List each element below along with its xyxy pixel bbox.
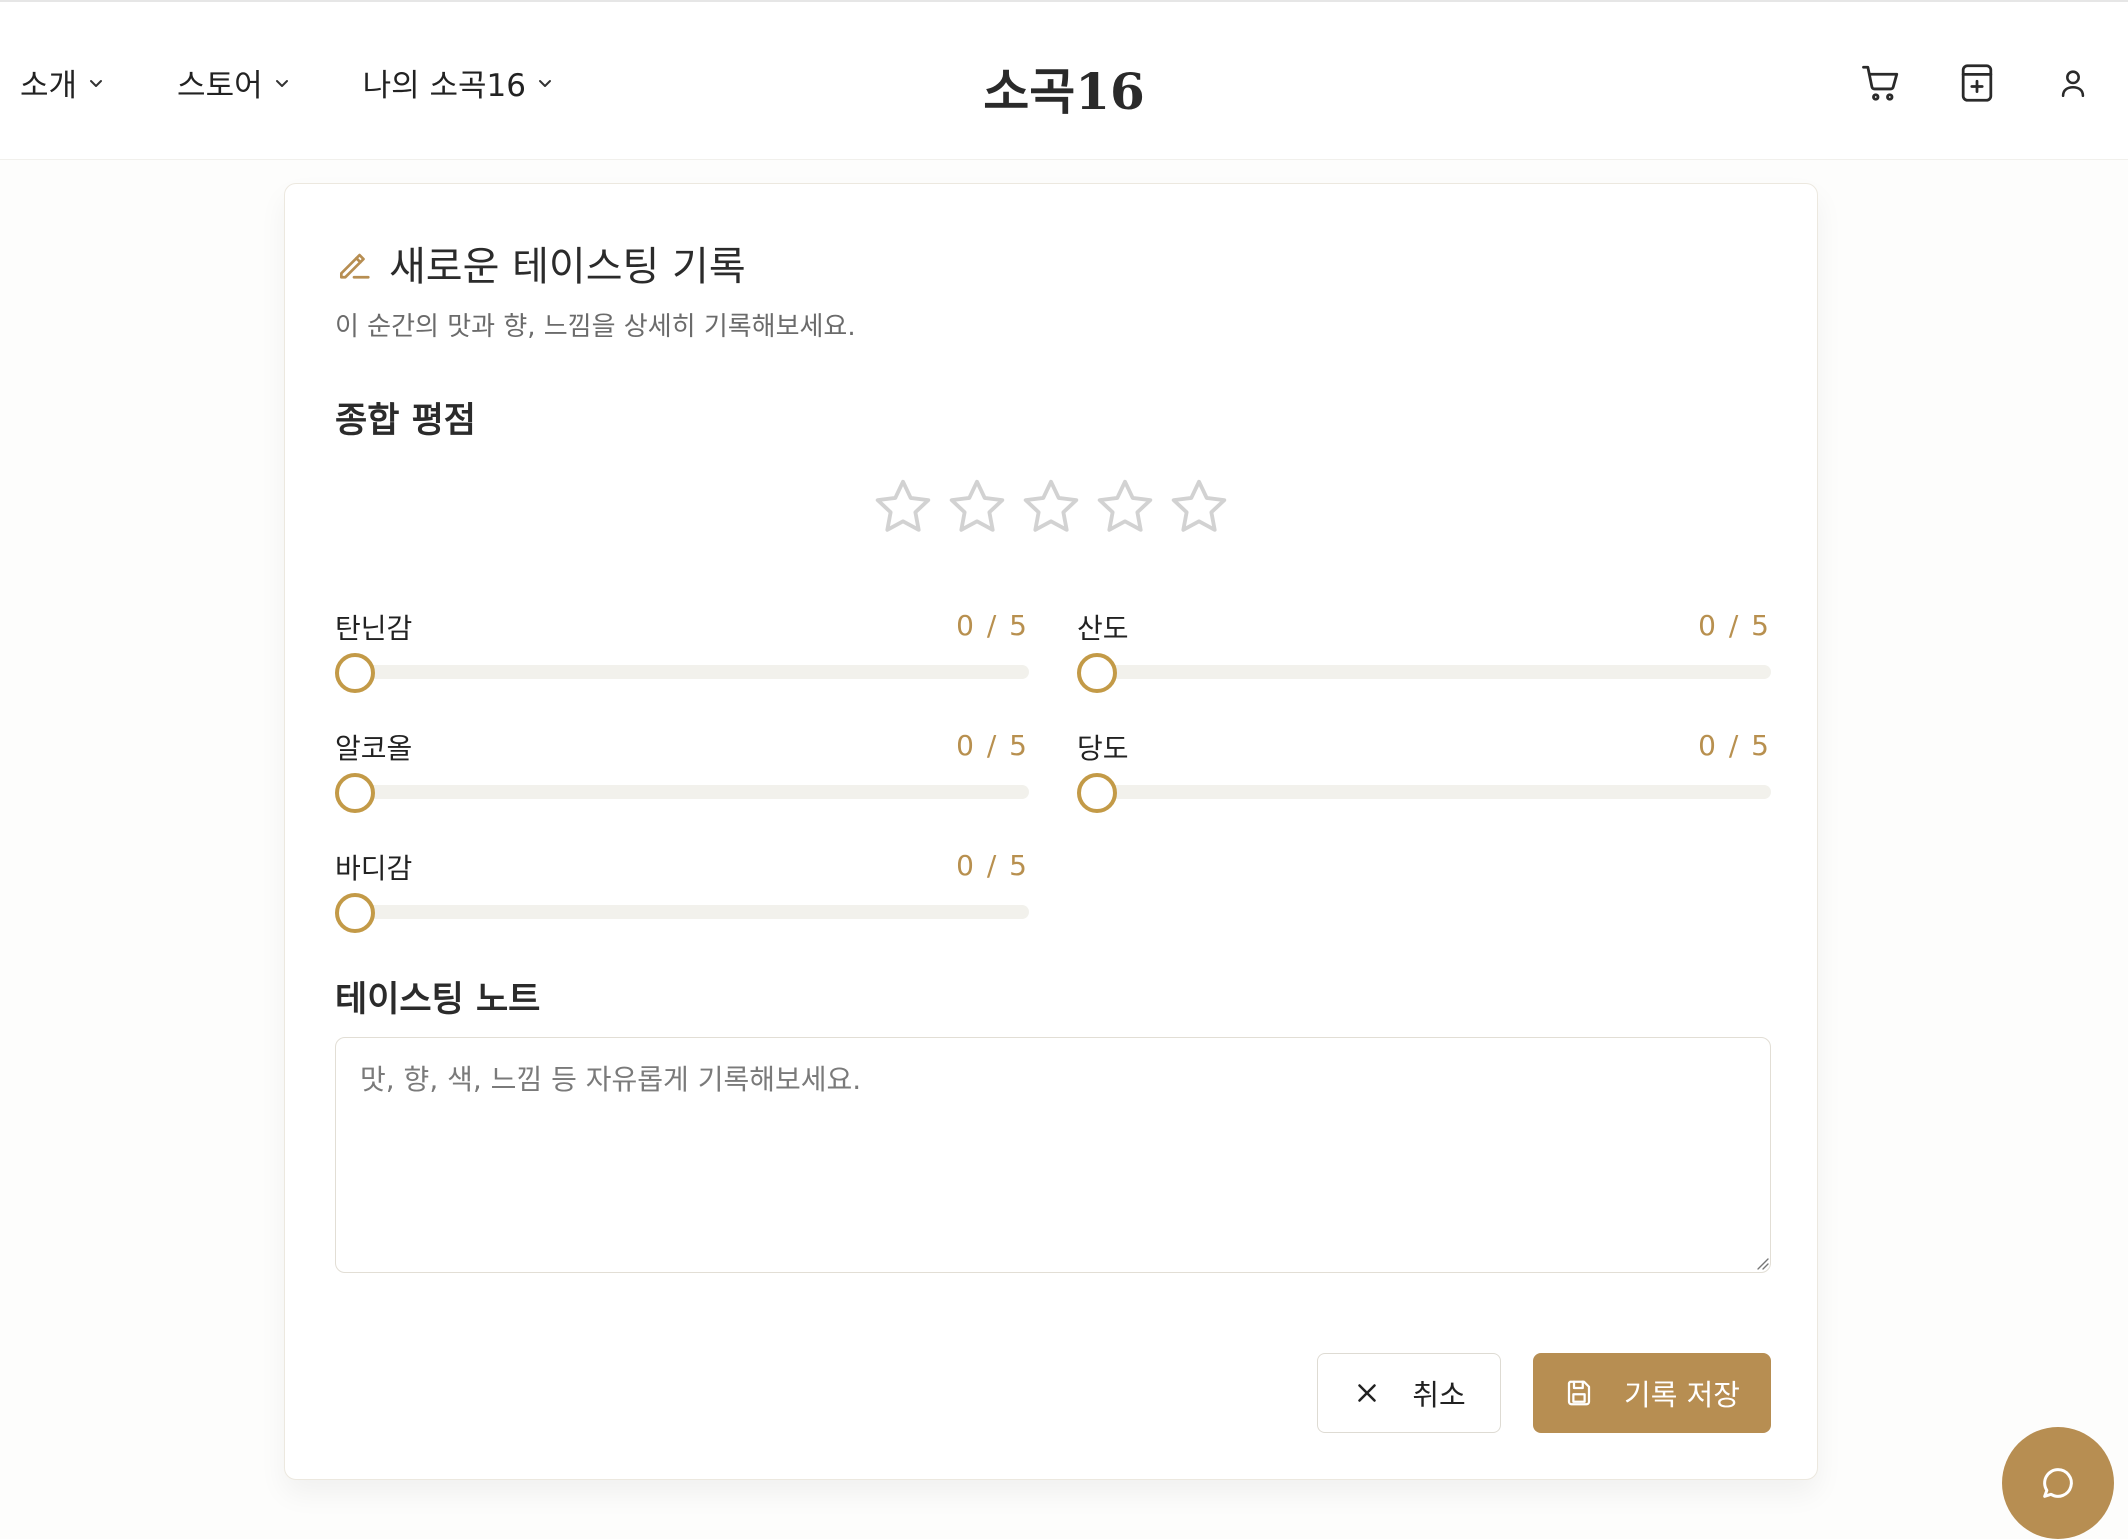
save-record-button[interactable]: 기록 저장	[1533, 1353, 1771, 1433]
nav-label: 소개	[20, 68, 78, 104]
star-3-icon[interactable]	[1018, 474, 1084, 540]
slider-value: 0 / 5	[1698, 609, 1771, 642]
tasting-form-card: 새로운 테이스팅 기록 이 순간의 맛과 향, 느낌을 상세히 기록해보세요. …	[284, 183, 1818, 1480]
close-icon	[1352, 1378, 1382, 1408]
form-subtitle: 이 순간의 맛과 향, 느낌을 상세히 기록해보세요.	[335, 312, 856, 342]
slider-label: 탄닌감	[335, 612, 413, 645]
tasting-note-icon[interactable]	[1954, 60, 2000, 106]
cancel-button[interactable]: 취소	[1317, 1353, 1501, 1433]
resize-handle-icon[interactable]	[1755, 1255, 1769, 1270]
slider-thumb[interactable]	[335, 773, 375, 813]
header-actions	[1808, 60, 2096, 106]
user-icon[interactable]	[2050, 60, 2096, 106]
slider-thumb[interactable]	[1077, 653, 1117, 693]
notes-title: 테이스팅 노트	[335, 980, 541, 1020]
slider-label: 산도	[1077, 612, 1129, 645]
tasting-notes-textarea[interactable]	[335, 1037, 1771, 1273]
slider-track[interactable]	[1077, 665, 1771, 679]
slider-track[interactable]	[335, 785, 1029, 799]
slider-track[interactable]	[335, 905, 1029, 919]
star-4-icon[interactable]	[1092, 474, 1158, 540]
slider-label: 바디감	[335, 852, 413, 885]
main-nav: 소개 스토어 나의 소곡16	[20, 60, 626, 105]
chevron-down-icon	[273, 74, 291, 92]
nav-item-my-sogok16[interactable]: 나의 소곡16	[363, 60, 554, 105]
slider-alcohol: 알코올 0 / 5	[335, 727, 1029, 813]
form-header: 새로운 테이스팅 기록	[335, 234, 746, 292]
slider-label: 알코올	[335, 732, 413, 765]
nav-item-about[interactable]: 소개	[20, 60, 105, 105]
slider-sweetness: 당도 0 / 5	[1077, 727, 1771, 813]
slider-value: 0 / 5	[956, 609, 1029, 642]
save-icon	[1564, 1378, 1594, 1408]
site-header: 소개 스토어 나의 소곡16 소곡16	[0, 2, 2128, 160]
slider-track[interactable]	[1077, 785, 1771, 799]
slider-thumb[interactable]	[335, 653, 375, 693]
pencil-icon	[335, 244, 373, 282]
slider-thumb[interactable]	[335, 893, 375, 933]
chat-button[interactable]	[2002, 1427, 2114, 1539]
star-rating	[285, 474, 1817, 540]
slider-value: 0 / 5	[956, 849, 1029, 882]
chevron-down-icon	[87, 74, 105, 92]
slider-label: 당도	[1077, 732, 1129, 765]
save-label: 기록 저장	[1624, 1378, 1740, 1412]
slider-value: 0 / 5	[956, 729, 1029, 762]
star-1-icon[interactable]	[870, 474, 936, 540]
nav-label: 스토어	[177, 68, 263, 104]
star-5-icon[interactable]	[1166, 474, 1232, 540]
slider-tannin: 탄닌감 0 / 5	[335, 607, 1029, 693]
chevron-down-icon	[536, 74, 554, 92]
slider-track[interactable]	[335, 665, 1029, 679]
slider-thumb[interactable]	[1077, 773, 1117, 813]
slider-body: 바디감 0 / 5	[335, 847, 1029, 933]
rating-title: 종합 평점	[335, 401, 476, 441]
cancel-label: 취소	[1412, 1378, 1466, 1412]
slider-acidity: 산도 0 / 5	[1077, 607, 1771, 693]
chat-bubble-icon	[2038, 1463, 2078, 1503]
slider-value: 0 / 5	[1698, 729, 1771, 762]
nav-label: 나의 소곡16	[362, 68, 526, 104]
star-2-icon[interactable]	[944, 474, 1010, 540]
nav-item-store[interactable]: 스토어	[177, 60, 291, 105]
form-title: 새로운 테이스팅 기록	[389, 244, 746, 290]
cart-icon[interactable]	[1858, 60, 1904, 106]
